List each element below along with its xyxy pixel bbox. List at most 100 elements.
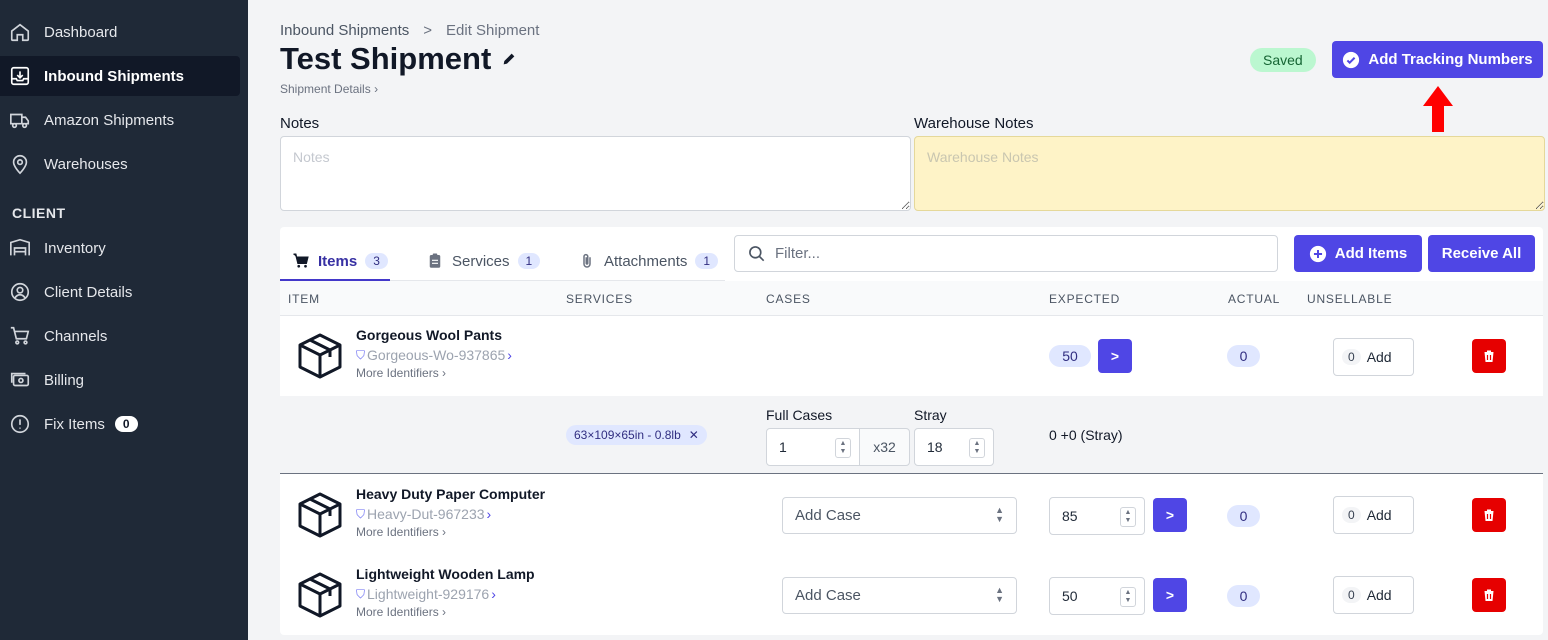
more-identifiers-link[interactable]: More Identifiers ›	[356, 605, 446, 619]
sidebar-item-client-details[interactable]: Client Details	[0, 272, 240, 312]
unsellable-add-button[interactable]: 0 Add	[1333, 576, 1414, 614]
shipment-details-link[interactable]: Shipment Details ›	[280, 82, 378, 96]
full-cases-input[interactable]: 1 ▲ ▼	[766, 428, 860, 466]
actual-badge: 0	[1227, 505, 1260, 527]
warehouse-notes-textarea[interactable]	[914, 136, 1545, 211]
sidebar-item-label: Channels	[44, 327, 108, 345]
unsellable-add-button[interactable]: 0 Add	[1333, 496, 1414, 534]
close-icon[interactable]: ✕	[689, 428, 699, 442]
item-name: Lightweight Wooden Lamp	[356, 566, 535, 582]
stepper-icon[interactable]: ▲ ▼	[835, 438, 851, 458]
trash-icon	[1482, 508, 1496, 522]
sidebar-item-amazon-shipments[interactable]: Amazon Shipments	[0, 100, 240, 140]
expected-input[interactable]: 50 ▲ ▼	[1049, 577, 1145, 615]
column-header-expected: EXPECTED	[1049, 292, 1121, 306]
sidebar-item-billing[interactable]: Billing	[0, 360, 240, 400]
column-header-actual: ACTUAL	[1228, 292, 1281, 306]
status-badge: Saved	[1250, 48, 1316, 72]
chevron-right-icon: ›	[507, 347, 512, 363]
sidebar-item-label: Fix Items	[44, 415, 105, 433]
sidebar-item-label: Amazon Shipments	[44, 111, 175, 129]
inbox-download-icon	[8, 64, 32, 88]
add-tracking-numbers-button[interactable]: Add Tracking Numbers	[1332, 41, 1543, 78]
expand-cases-button[interactable]: >	[1098, 339, 1132, 373]
filter-input[interactable]	[775, 245, 1277, 262]
stray-input[interactable]: 18 ▲ ▼	[914, 428, 994, 466]
chevron-right-icon: >	[1110, 348, 1120, 364]
stepper-icon[interactable]: ▲ ▼	[1120, 587, 1136, 607]
more-identifiers-link[interactable]: More Identifiers ›	[356, 366, 446, 380]
page-title: Test Shipment	[280, 41, 517, 77]
delete-item-button[interactable]	[1472, 578, 1506, 612]
stepper-icon[interactable]: ▲ ▼	[1120, 507, 1136, 527]
sidebar-item-inbound-shipments[interactable]: Inbound Shipments	[0, 56, 240, 96]
clipboard-icon	[426, 252, 444, 270]
expected-value: 85	[1062, 508, 1078, 524]
sidebar-item-label: Inbound Shipments	[44, 67, 184, 85]
sidebar-item-label: Billing	[44, 371, 85, 389]
warehouse-notes-label: Warehouse Notes	[914, 115, 1034, 132]
more-identifiers-label: More Identifiers	[356, 525, 439, 539]
stepper-icon[interactable]: ▲ ▼	[969, 438, 985, 458]
case-detail-row: 63×109×65in - 0.8lb ✕ Full Cases 1 ▲ ▼ x32 …	[280, 396, 1543, 474]
unsellable-count: 0	[1342, 587, 1361, 603]
add-case-label: Add Case	[795, 507, 861, 524]
breadcrumb: Inbound Shipments > Edit Shipment	[280, 22, 539, 39]
sidebar: Dashboard Inbound Shipments Amazon Shipm…	[0, 0, 248, 640]
item-sku: Gorgeous-Wo-937865	[367, 347, 506, 363]
delete-item-button[interactable]	[1472, 339, 1506, 373]
sidebar-item-fix-items[interactable]: Fix Items 0	[0, 404, 240, 444]
more-identifiers-label: More Identifiers	[356, 605, 439, 619]
fix-items-count: 0	[114, 416, 138, 432]
user-circle-icon	[8, 280, 32, 304]
add-case-select[interactable]: Add Case ▲ ▼	[782, 577, 1017, 614]
item-sku: Lightweight-929176	[367, 586, 490, 602]
sidebar-item-warehouses[interactable]: Warehouses	[0, 144, 240, 184]
unsellable-add-label: Add	[1366, 507, 1392, 523]
add-items-label: Add Items	[1334, 245, 1408, 262]
add-tracking-numbers-label: Add Tracking Numbers	[1368, 51, 1533, 68]
sidebar-item-dashboard[interactable]: Dashboard	[0, 12, 240, 52]
more-identifiers-link[interactable]: More Identifiers ›	[356, 525, 446, 539]
expand-cases-button[interactable]: >	[1153, 498, 1187, 532]
tab-services-label: Services	[452, 252, 510, 270]
sidebar-item-label: Dashboard	[44, 23, 118, 41]
stray-value: 18	[927, 439, 943, 455]
pencil-icon[interactable]	[501, 51, 517, 67]
expected-badge: 50	[1049, 345, 1091, 367]
red-arrow-annotation	[1423, 86, 1453, 132]
item-sku-link[interactable]: ⛉ Lightweight-929176 ›	[356, 586, 496, 602]
chevron-updown-icon: ▲ ▼	[995, 585, 1004, 604]
expand-cases-button[interactable]: >	[1153, 578, 1187, 612]
sidebar-item-channels[interactable]: Channels	[0, 316, 240, 356]
item-sku-link[interactable]: ⛉ Heavy-Dut-967233 ›	[356, 506, 491, 522]
notes-textarea[interactable]	[280, 136, 911, 211]
cash-icon	[8, 368, 32, 392]
delete-item-button[interactable]	[1472, 498, 1506, 532]
chevron-right-icon: ›	[491, 586, 496, 602]
tab-items[interactable]: Items 3	[292, 241, 388, 281]
unsellable-add-label: Add	[1366, 349, 1392, 365]
sidebar-item-inventory[interactable]: Inventory	[0, 228, 240, 268]
paperclip-icon	[578, 252, 596, 270]
unsellable-add-button[interactable]: 0 Add	[1333, 338, 1414, 376]
unsellable-count: 0	[1342, 507, 1361, 523]
item-sku-link[interactable]: ⛉ Gorgeous-Wo-937865 ›	[356, 347, 512, 363]
tab-services[interactable]: Services 1	[426, 241, 541, 281]
chevron-right-icon: ›	[486, 506, 492, 522]
expected-input[interactable]: 85 ▲ ▼	[1049, 497, 1145, 535]
chevron-right-icon: >	[1165, 587, 1175, 603]
add-case-select[interactable]: Add Case ▲ ▼	[782, 497, 1017, 534]
tab-services-count: 1	[517, 253, 541, 269]
breadcrumb-inbound-shipments[interactable]: Inbound Shipments	[280, 22, 409, 39]
tab-attachments[interactable]: Attachments 1	[578, 241, 719, 281]
actual-badge: 0	[1227, 345, 1260, 367]
add-items-button[interactable]: Add Items	[1294, 235, 1422, 272]
receive-all-button[interactable]: Receive All	[1428, 235, 1535, 272]
alert-circle-icon	[8, 412, 32, 436]
dimensions-label: 63×109×65in - 0.8lb	[574, 428, 681, 442]
actual-badge: 0	[1227, 585, 1260, 607]
cart-icon	[8, 324, 32, 348]
shipment-details-label: Shipment Details	[280, 82, 371, 96]
case-multiplier: x32	[859, 428, 910, 466]
